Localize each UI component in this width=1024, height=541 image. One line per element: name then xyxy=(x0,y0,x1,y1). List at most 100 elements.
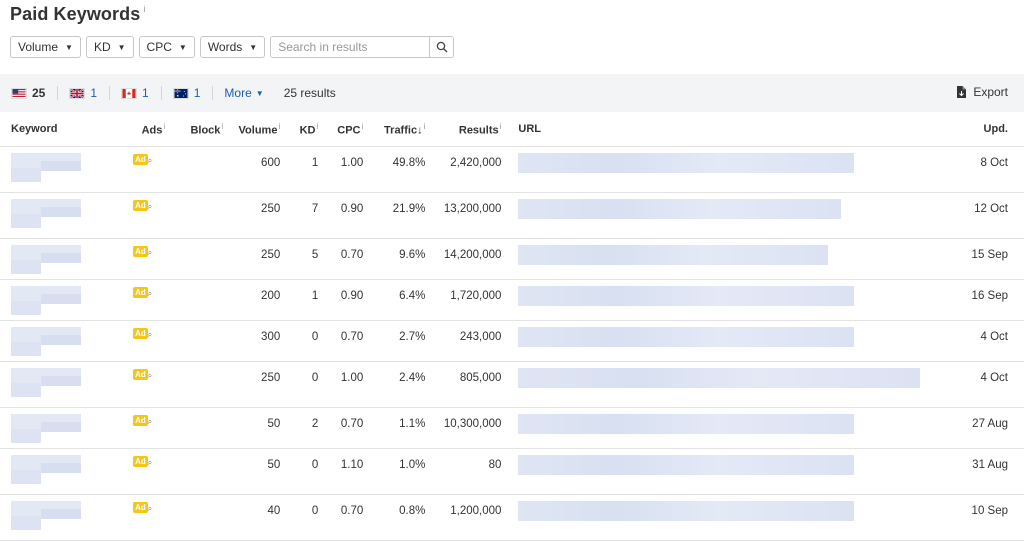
divider xyxy=(109,86,111,100)
search-button[interactable] xyxy=(429,37,454,57)
results-cell: 805,000 xyxy=(425,361,502,408)
url-redacted[interactable] xyxy=(518,198,921,219)
keyword-redacted[interactable] xyxy=(11,413,125,448)
ad-preview-badge[interactable]: Ad ⌕ xyxy=(133,368,152,380)
cpc-cell: 1.10 xyxy=(318,448,364,495)
keyword-cell xyxy=(0,361,126,408)
cpc-cell: 1.00 xyxy=(318,146,364,193)
traffic-cell: 21.9% xyxy=(363,192,426,239)
cpc-cell: 0.70 xyxy=(318,494,364,541)
table-row[interactable]: Ad ⌕ 200 1 0.90 6.4% 1,720,000 16 Sep xyxy=(0,279,1024,321)
country-ca[interactable]: 1 xyxy=(121,86,149,100)
au-flag-icon xyxy=(172,87,189,99)
ad-preview-badge[interactable]: Ad ⌕ xyxy=(133,414,152,426)
cpc-cell: 0.70 xyxy=(318,320,364,362)
ad-preview-badge[interactable]: Ad ⌕ xyxy=(133,455,152,467)
info-icon[interactable]: i xyxy=(143,4,145,14)
table-row[interactable]: Ad ⌕ 50 0 1.10 1.0% 80 31 Aug xyxy=(0,448,1024,495)
table-row[interactable]: Ad ⌕ 50 2 0.70 1.1% 10,300,000 27 Aug xyxy=(0,407,1024,449)
info-icon[interactable]: i xyxy=(424,122,426,131)
keyword-redacted[interactable] xyxy=(11,326,125,361)
block-cell xyxy=(165,192,224,239)
header-block-label: Block xyxy=(190,124,221,137)
keyword-redacted[interactable] xyxy=(11,152,125,187)
table-row[interactable]: Ad ⌕ 600 1 1.00 49.8% 2,420,000 8 Oct xyxy=(0,146,1024,193)
info-icon[interactable]: i xyxy=(221,122,223,131)
header-results[interactable]: Resultsi xyxy=(425,113,502,147)
kd-filter-button[interactable]: KD ▼ xyxy=(85,36,134,58)
header-volume[interactable]: Volumei xyxy=(223,113,281,147)
keyword-cell xyxy=(0,448,126,495)
keyword-redacted[interactable] xyxy=(11,500,125,535)
table-row[interactable]: Ad ⌕ 40 0 0.70 0.8% 1,200,000 10 Sep xyxy=(0,494,1024,541)
ad-preview-badge[interactable]: Ad ⌕ xyxy=(133,501,152,513)
header-block[interactable]: Blocki xyxy=(165,113,224,147)
header-ads[interactable]: Adsi xyxy=(125,113,166,147)
table-row[interactable]: Ad ⌕ 250 7 0.90 21.9% 13,200,000 12 Oct xyxy=(0,192,1024,239)
country-uk-count: 1 xyxy=(90,86,98,100)
results-cell: 1,720,000 xyxy=(425,279,502,321)
url-redacted[interactable] xyxy=(518,413,921,434)
ad-preview-badge[interactable]: Ad ⌕ xyxy=(133,327,152,339)
info-icon[interactable]: i xyxy=(500,122,502,131)
kd-cell: 0 xyxy=(280,448,319,495)
caret-down-icon: ▼ xyxy=(249,42,258,52)
caret-down-icon: ▼ xyxy=(178,42,187,52)
cpc-cell: 0.90 xyxy=(318,192,364,239)
header-traffic[interactable]: Traffic↓i xyxy=(363,113,426,147)
upd-cell: 8 Oct xyxy=(921,146,1024,193)
url-redacted[interactable] xyxy=(518,500,921,521)
keyword-redacted[interactable] xyxy=(11,198,125,233)
traffic-cell: 0.8% xyxy=(363,494,426,541)
more-countries-button[interactable]: More ▼ xyxy=(224,86,263,100)
ad-badge-label: Ad xyxy=(133,153,148,165)
url-redacted[interactable] xyxy=(518,326,921,347)
words-filter-button[interactable]: Words ▼ xyxy=(199,36,266,58)
cpc-filter-button[interactable]: CPC ▼ xyxy=(138,36,195,58)
volume-cell: 250 xyxy=(223,238,281,280)
ad-preview-badge[interactable]: Ad ⌕ xyxy=(133,199,152,211)
divider xyxy=(57,86,59,100)
header-cpc[interactable]: CPCi xyxy=(318,113,364,147)
table-row[interactable]: Ad ⌕ 300 0 0.70 2.7% 243,000 4 Oct xyxy=(0,320,1024,362)
header-kd[interactable]: KDi xyxy=(280,113,319,147)
ad-badge-label: Ad xyxy=(133,501,148,513)
url-redacted[interactable] xyxy=(518,367,921,388)
ad-preview-badge[interactable]: Ad ⌕ xyxy=(133,286,152,298)
info-icon[interactable]: i xyxy=(163,122,165,131)
table-row[interactable]: Ad ⌕ 250 0 1.00 2.4% 805,000 4 Oct xyxy=(0,361,1024,408)
url-cell xyxy=(501,320,922,362)
ads-cell: Ad ⌕ xyxy=(125,279,166,321)
ad-preview-badge[interactable]: Ad ⌕ xyxy=(133,245,152,257)
header-keyword[interactable]: Keyword xyxy=(0,113,126,147)
keyword-redacted[interactable] xyxy=(11,367,125,402)
country-au-count: 1 xyxy=(193,86,201,100)
table-row[interactable]: Ad ⌕ 250 5 0.70 9.6% 14,200,000 15 Sep xyxy=(0,238,1024,280)
keyword-redacted[interactable] xyxy=(11,244,125,279)
export-button[interactable]: Export xyxy=(956,85,1008,99)
url-redacted[interactable] xyxy=(518,152,921,173)
info-icon[interactable]: i xyxy=(316,122,318,131)
kd-filter-label: KD xyxy=(93,40,111,54)
traffic-cell: 1.1% xyxy=(363,407,426,449)
ad-preview-badge[interactable]: Ad ⌕ xyxy=(133,153,152,165)
keyword-redacted[interactable] xyxy=(11,285,125,320)
url-redacted[interactable] xyxy=(518,454,921,475)
header-volume-label: Volume xyxy=(238,124,278,137)
country-us[interactable]: 25 xyxy=(11,86,45,100)
country-uk[interactable]: 1 xyxy=(69,86,97,100)
country-au[interactable]: 1 xyxy=(172,86,201,100)
info-icon[interactable]: i xyxy=(362,122,364,131)
url-redacted[interactable] xyxy=(518,285,921,306)
header-url[interactable]: URL xyxy=(501,113,922,147)
url-redacted[interactable] xyxy=(518,244,921,265)
volume-filter-button[interactable]: Volume ▼ xyxy=(10,36,81,58)
info-icon[interactable]: i xyxy=(278,122,280,131)
url-cell xyxy=(501,494,922,541)
ad-badge-label: Ad xyxy=(133,414,148,426)
url-cell xyxy=(501,192,922,239)
header-upd[interactable]: Upd. xyxy=(921,113,1024,147)
block-cell xyxy=(165,238,224,280)
keyword-redacted[interactable] xyxy=(11,454,125,489)
search-input[interactable] xyxy=(271,37,430,57)
